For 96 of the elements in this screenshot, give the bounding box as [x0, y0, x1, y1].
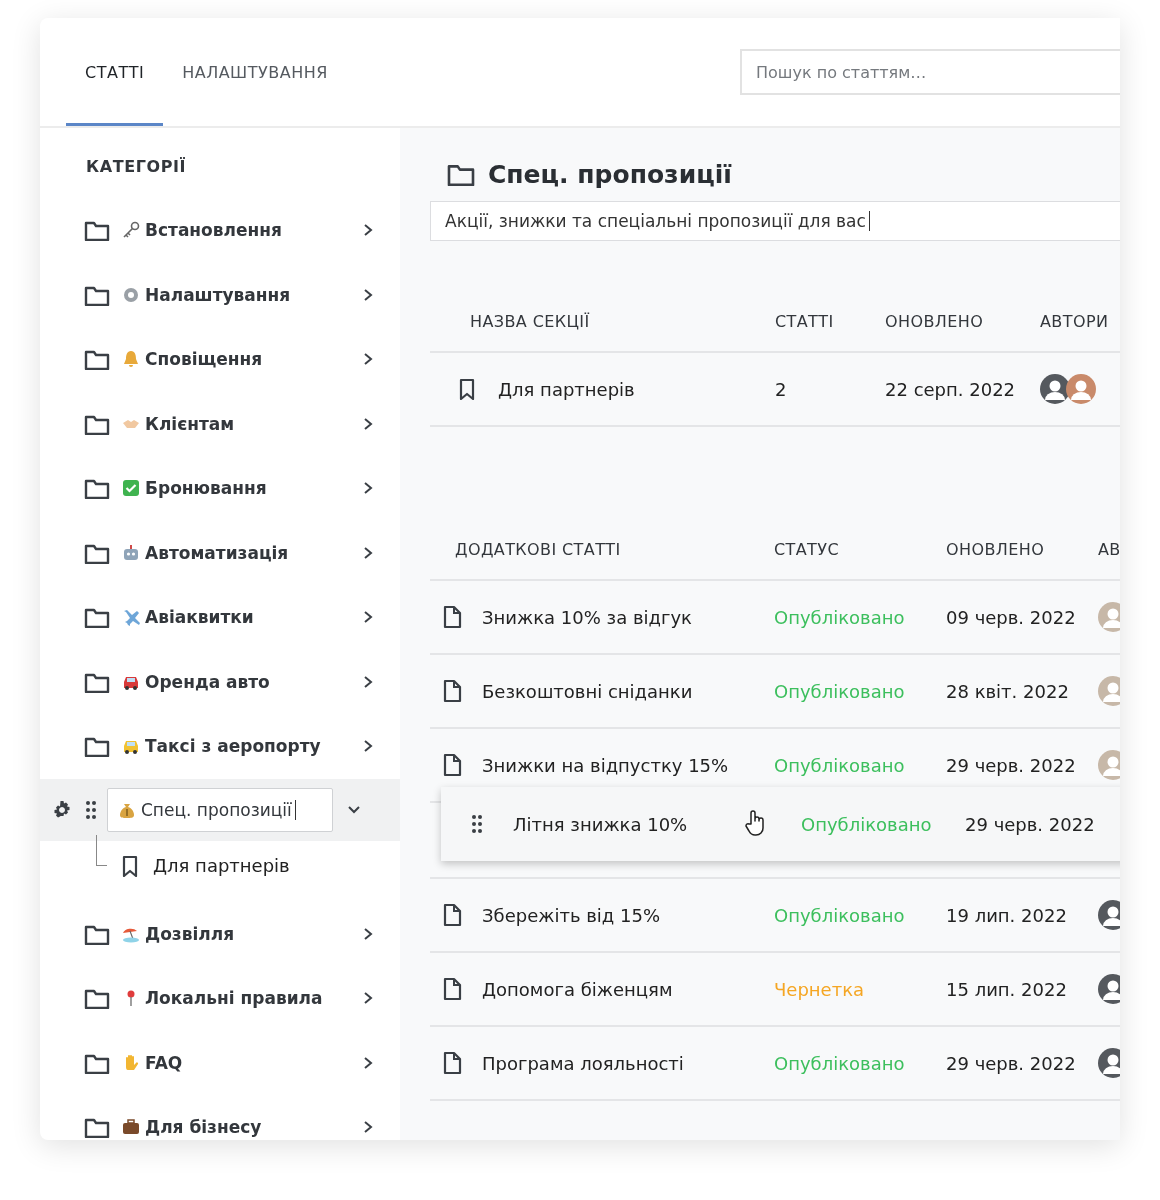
- category-item[interactable]: Локальні правила: [145, 988, 362, 1009]
- article-title[interactable]: Знижки на відпустку 15%: [482, 754, 729, 776]
- dragged-row[interactable]: Літня знижка 10% Опубліковано 29 черв. 2022: [441, 787, 1120, 861]
- table-cell: 29 черв. 2022: [965, 813, 1095, 835]
- status-label: Опубліковано: [774, 754, 906, 776]
- column-header: НАЗВА СЕКЦІЇ: [469, 311, 591, 331]
- table-cell-text: 2: [775, 378, 788, 400]
- category-item[interactable]: Автоматизація: [145, 542, 362, 563]
- table-cell-text: 15 лип. 2022: [946, 978, 1068, 1000]
- briefcase-icon: [122, 1118, 140, 1137]
- chevron-right-icon[interactable]: [362, 416, 374, 431]
- category-item[interactable]: Бронювання: [145, 478, 362, 499]
- category-item[interactable]: Сповіщення: [145, 349, 362, 370]
- chevron-right-icon[interactable]: [362, 481, 374, 496]
- chevron-right-icon[interactable]: [362, 352, 374, 367]
- column-header: ДОДАТКОВІ СТАТТІ: [454, 539, 622, 559]
- folder-icon: [84, 477, 110, 500]
- table-cell-text: 28 квіт. 2022: [946, 680, 1070, 702]
- section-name[interactable]: Для партнерів: [498, 378, 635, 400]
- table-cell-text: 29 черв. 2022: [946, 1052, 1077, 1074]
- sidebar-heading: КАТЕГОРІЇ: [86, 157, 188, 176]
- robot-icon: [122, 543, 140, 562]
- article-title[interactable]: Збережіть від 15%: [482, 904, 661, 926]
- bookmark-icon: [121, 854, 139, 877]
- category-item[interactable]: FAQ: [145, 1052, 362, 1073]
- chevron-right-icon[interactable]: [362, 739, 374, 754]
- column-header: АВТОРИ: [1040, 311, 1109, 331]
- chevron-right-icon[interactable]: [362, 926, 374, 941]
- chevron-right-icon[interactable]: [362, 1120, 374, 1135]
- tab[interactable]: СТАТТІ: [66, 18, 164, 126]
- description-field[interactable]: Акції, знижки та спеціальні пропозиції для вас: [430, 201, 1120, 241]
- column-header: АВ: [1098, 539, 1120, 559]
- tree-connector: [96, 835, 107, 866]
- document-icon: [442, 679, 462, 703]
- column-header: ОНОВЛЕНО: [885, 311, 985, 331]
- avatar: [1066, 374, 1096, 404]
- article-title[interactable]: Програма лояльності: [482, 1052, 684, 1074]
- drag-handle-icon[interactable]: [471, 814, 483, 834]
- table-cell-text: 22 серп. 2022: [885, 378, 1017, 400]
- document-icon: [442, 1051, 462, 1075]
- column-header: СТАТУС: [774, 539, 840, 559]
- chevron-right-icon[interactable]: [362, 223, 374, 238]
- category-item[interactable]: Встановлення: [145, 220, 362, 241]
- folder-icon: [84, 219, 110, 242]
- table-cell-text: 19 лип. 2022: [946, 904, 1068, 926]
- drag-handle-icon[interactable]: [85, 799, 97, 820]
- status-label: Опубліковано: [774, 904, 906, 926]
- folder-icon: [84, 987, 110, 1010]
- chevron-right-icon[interactable]: [362, 610, 374, 625]
- folder-icon: [84, 735, 110, 758]
- avatar: [1040, 374, 1070, 404]
- bell-icon: [122, 350, 140, 369]
- chevron-right-icon[interactable]: [362, 674, 374, 689]
- search-field[interactable]: Пошук по статтям…: [740, 49, 1120, 95]
- document-icon: [442, 605, 462, 629]
- category-item[interactable]: Клієнтам: [145, 413, 362, 434]
- table-cell-text: Опубліковано: [801, 813, 933, 835]
- category-item[interactable]: Дозвілля: [145, 923, 362, 944]
- tab[interactable]: НАЛАШТУВАННЯ: [163, 18, 347, 126]
- category-item[interactable]: Авіаквитки: [145, 607, 362, 628]
- table-cell-text: 29 черв. 2022: [946, 754, 1077, 776]
- chevron-right-icon[interactable]: [362, 1055, 374, 1070]
- subcategory-item[interactable]: Для партнерів: [153, 855, 290, 876]
- chevron-right-icon[interactable]: [362, 545, 374, 560]
- check-icon: [122, 479, 140, 498]
- document-icon: [442, 903, 462, 927]
- chevron-right-icon[interactable]: [362, 287, 374, 302]
- article-title[interactable]: Знижка 10% за відгук: [482, 606, 692, 628]
- hand-cursor-icon: [743, 810, 767, 838]
- table-cell-text: Літня знижка 10%: [513, 813, 689, 835]
- article-title[interactable]: Безкоштовні сніданки: [482, 680, 693, 702]
- category-item[interactable]: Таксі з аеропорту: [145, 736, 362, 757]
- folder-icon: [446, 162, 476, 186]
- category-item[interactable]: Оренда авто: [145, 671, 362, 692]
- folder-icon: [84, 606, 110, 629]
- bookmark-icon: [458, 378, 476, 400]
- key-icon: [122, 221, 140, 240]
- document-icon: [442, 977, 462, 1001]
- chevron-right-icon[interactable]: [362, 991, 374, 1006]
- document-icon: [442, 753, 462, 777]
- settings-icon[interactable]: [52, 799, 72, 820]
- status-label: Чернетка: [774, 978, 866, 1000]
- category-title: Спец. пропозиції: [488, 159, 732, 189]
- status-label: Опубліковано: [774, 606, 906, 628]
- category-name-field[interactable]: Спец. пропозиції: [107, 787, 333, 832]
- column-header: СТАТТІ: [775, 311, 835, 331]
- category-item[interactable]: Налаштування: [145, 284, 362, 305]
- column-header: ОНОВЛЕНО: [946, 539, 1046, 559]
- status-label: Опубліковано: [774, 680, 906, 702]
- article-title[interactable]: Допомога біженцям: [482, 978, 673, 1000]
- status-label: Опубліковано: [774, 1052, 906, 1074]
- folder-icon: [84, 1116, 110, 1139]
- table-cell-text: 09 черв. 2022: [946, 606, 1077, 628]
- category-row[interactable]: Спец. пропозиції: [40, 778, 400, 841]
- folder-icon: [84, 348, 110, 371]
- category-item[interactable]: Для бізнесу: [145, 1117, 362, 1138]
